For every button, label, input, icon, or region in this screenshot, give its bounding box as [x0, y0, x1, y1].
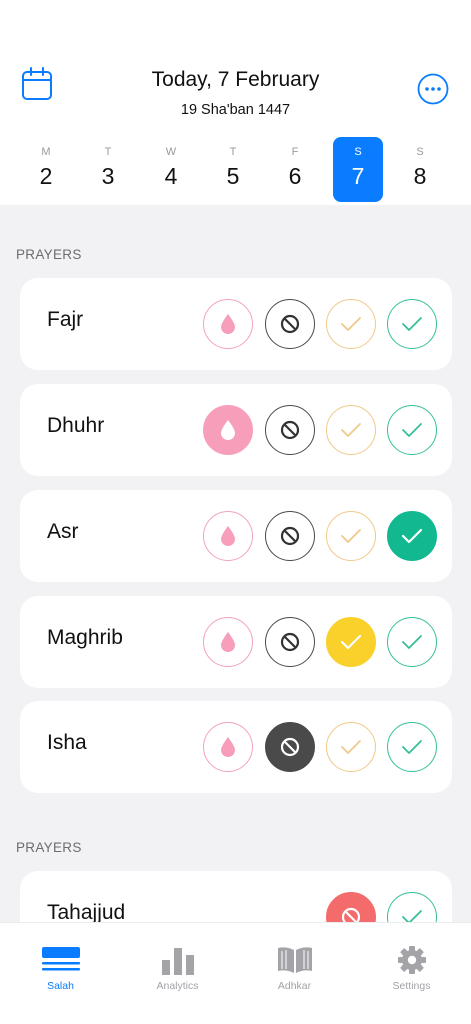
check-icon [340, 422, 362, 438]
day-sat-selected[interactable]: S 7 [333, 137, 383, 202]
check-icon [340, 634, 362, 650]
prayer-name: Dhuhr [47, 414, 105, 437]
drop-icon [219, 313, 237, 335]
gear-icon [393, 945, 431, 975]
header: Today, 7 February 19 Sha'ban 1447 M 2 T … [0, 0, 471, 205]
tab-adhkar[interactable]: Adhkar [236, 923, 353, 1024]
prayer-card-fajr: Fajr [20, 278, 452, 370]
prayer-name: Maghrib [47, 626, 123, 649]
on-time-button[interactable] [387, 511, 437, 561]
book-icon [276, 945, 314, 975]
ellipsis-circle-icon[interactable] [417, 73, 449, 105]
day-fri[interactable]: F 6 [270, 137, 320, 202]
on-time-button[interactable] [387, 299, 437, 349]
prohibited-icon [280, 314, 300, 334]
drop-icon [219, 525, 237, 547]
check-icon [401, 528, 423, 544]
day-mon[interactable]: M 2 [21, 137, 71, 202]
late-button[interactable] [326, 511, 376, 561]
section-label-prayers-extra: PRAYERS [16, 840, 82, 855]
on-time-button[interactable] [387, 722, 437, 772]
check-icon [401, 634, 423, 650]
late-button[interactable] [326, 299, 376, 349]
drop-icon [219, 631, 237, 653]
check-icon [340, 316, 362, 332]
prohibited-icon [280, 632, 300, 652]
check-icon [401, 739, 423, 755]
check-icon [401, 422, 423, 438]
menses-button[interactable] [203, 299, 253, 349]
day-number: 6 [288, 163, 302, 189]
hijri-date: 19 Sha'ban 1447 [180, 102, 291, 118]
day-of-week: M [41, 146, 51, 158]
day-of-week: F [291, 146, 299, 158]
missed-button[interactable] [265, 405, 315, 455]
prayer-name: Asr [47, 520, 79, 543]
menses-button[interactable] [203, 405, 253, 455]
tab-analytics[interactable]: Analytics [119, 923, 236, 1024]
on-time-button[interactable] [387, 405, 437, 455]
day-number: 5 [226, 163, 240, 189]
drop-icon [219, 736, 237, 758]
day-of-week: T [229, 146, 237, 158]
late-button[interactable] [326, 722, 376, 772]
day-number: 3 [101, 163, 115, 189]
missed-button[interactable] [265, 722, 315, 772]
tab-bar: Salah Analytics Adhkar Settings [0, 922, 471, 1024]
drop-icon [219, 419, 237, 441]
day-number: 8 [413, 163, 427, 189]
prayer-card-maghrib: Maghrib [20, 596, 452, 688]
menses-button[interactable] [203, 511, 253, 561]
prohibited-icon [280, 737, 300, 757]
day-thu[interactable]: T 5 [208, 137, 258, 202]
week-strip: M 2 T 3 W 4 T 5 F 6 S 7 S 8 [0, 137, 471, 203]
prayer-card-isha: Isha [20, 701, 452, 793]
day-tue[interactable]: T 3 [83, 137, 133, 202]
check-icon [401, 316, 423, 332]
prayer-card-asr: Asr [20, 490, 452, 582]
menses-button[interactable] [203, 617, 253, 667]
day-wed[interactable]: W 4 [146, 137, 196, 202]
late-button[interactable] [326, 617, 376, 667]
day-number: 2 [39, 163, 53, 189]
day-of-week: S [416, 146, 424, 158]
day-sun[interactable]: S 8 [395, 137, 445, 202]
tab-salah[interactable]: Salah [2, 923, 119, 1024]
missed-button[interactable] [265, 511, 315, 561]
prohibited-icon [280, 526, 300, 546]
missed-button[interactable] [265, 299, 315, 349]
menses-button[interactable] [203, 722, 253, 772]
section-label-prayers: PRAYERS [16, 247, 82, 262]
tab-label: Salah [47, 980, 74, 992]
tab-label: Analytics [156, 980, 199, 992]
check-icon [340, 528, 362, 544]
on-time-button[interactable] [387, 617, 437, 667]
bar-chart-icon [159, 945, 197, 975]
prohibited-icon [280, 420, 300, 440]
prayer-card-dhuhr: Dhuhr [20, 384, 452, 476]
day-number: 7 [351, 163, 365, 189]
tab-settings[interactable]: Settings [353, 923, 470, 1024]
day-of-week: T [104, 146, 112, 158]
missed-button[interactable] [265, 617, 315, 667]
late-button[interactable] [326, 405, 376, 455]
salah-icon [42, 945, 80, 975]
tab-label: Settings [392, 980, 431, 992]
prayer-name: Fajr [47, 308, 84, 331]
day-number: 4 [164, 163, 178, 189]
tab-label: Adhkar [277, 980, 312, 992]
page-title: Today, 7 February [151, 68, 320, 91]
prayer-name: Isha [47, 731, 87, 754]
day-of-week: W [165, 146, 177, 158]
day-of-week: S [354, 146, 362, 158]
check-icon [340, 739, 362, 755]
